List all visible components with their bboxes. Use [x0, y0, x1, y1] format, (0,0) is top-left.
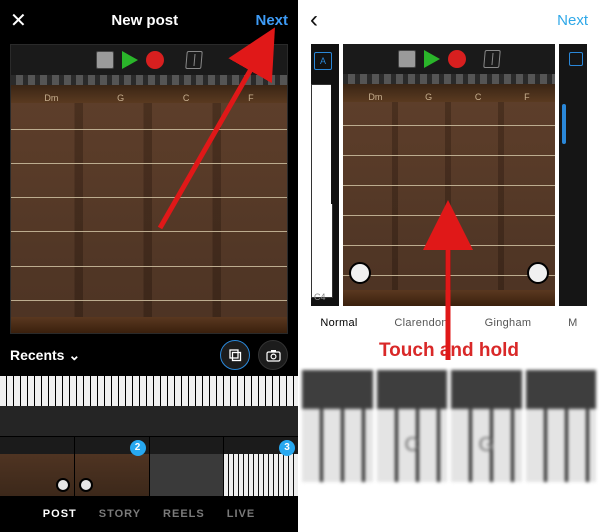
close-button[interactable]: ✕ — [10, 8, 34, 33]
mode-tab[interactable]: POST — [43, 508, 77, 520]
grid-item[interactable]: 2 — [75, 437, 149, 497]
stop-icon — [398, 50, 416, 68]
chord-label: Dm — [368, 92, 382, 102]
chord-row: Dm G C F — [11, 85, 287, 103]
album-label: Recents — [10, 347, 64, 363]
chord-label: C — [183, 93, 190, 103]
post-mode-tabs: POST STORY REELS LIVE — [0, 500, 298, 528]
chord-label: C — [475, 92, 482, 102]
filter-thumb[interactable]: C — [377, 370, 448, 482]
record-icon — [146, 51, 164, 69]
grid-item[interactable] — [0, 437, 74, 497]
piano-thumbnail — [0, 376, 298, 406]
play-icon — [424, 50, 440, 68]
chord-label: G — [117, 93, 124, 103]
filter-tab[interactable]: Normal — [320, 317, 357, 329]
media-preview[interactable]: Dm G C F — [10, 44, 288, 334]
mode-tab[interactable]: STORY — [99, 508, 141, 520]
next-button[interactable]: Next — [557, 12, 588, 29]
grid-item[interactable] — [0, 376, 298, 436]
track-indicator — [562, 104, 566, 144]
edit-stage: A C4 Dm G C F — [298, 40, 600, 310]
album-picker-row: Recents ⌄ — [0, 334, 298, 376]
knob-icon — [527, 262, 549, 284]
tuner-icon: A — [314, 52, 332, 70]
piano-key — [311, 84, 333, 298]
chord-label: F — [248, 93, 254, 103]
play-icon — [122, 51, 138, 69]
right-screenshot: ‹ Next A C4 Dm G — [298, 0, 600, 532]
mode-tab[interactable]: LIVE — [227, 508, 255, 520]
multi-select-button[interactable] — [220, 340, 250, 370]
filter-tab[interactable]: Clarendon — [394, 317, 447, 329]
filter-thumbnails: C G — [298, 366, 600, 486]
prev-media-sliver[interactable]: A C4 — [311, 44, 339, 306]
chord-row: Dm G C F — [343, 84, 555, 102]
left-screenshot: ✕ New post Next Dm G C F — [0, 0, 298, 532]
filter-thumb[interactable] — [302, 370, 373, 482]
edit-header: ‹ Next — [298, 0, 600, 40]
next-media-sliver[interactable] — [559, 44, 587, 306]
filter-thumb[interactable] — [526, 370, 597, 482]
grid-item[interactable] — [150, 437, 224, 497]
annotation-text: Touch and hold — [298, 336, 600, 366]
guitar-neck — [343, 102, 555, 290]
filter-tab[interactable]: Gingham — [485, 317, 532, 329]
back-button[interactable]: ‹ — [310, 6, 334, 34]
camera-button[interactable] — [258, 340, 288, 370]
selection-badge: 2 — [130, 440, 146, 456]
filter-thumb[interactable]: G — [451, 370, 522, 482]
grid-item[interactable]: 3 — [224, 437, 298, 497]
ruler — [343, 74, 555, 84]
knob-icon — [56, 478, 70, 492]
knob-icon — [349, 262, 371, 284]
page-title: New post — [34, 12, 255, 29]
chevron-down-icon: ⌄ — [68, 347, 80, 364]
selection-badge: 3 — [279, 440, 295, 456]
knob-icon — [79, 478, 93, 492]
album-picker[interactable]: Recents ⌄ — [10, 347, 80, 364]
metronome-icon — [483, 50, 501, 68]
ruler — [11, 75, 287, 85]
metronome-icon — [185, 51, 203, 69]
black-key — [331, 84, 339, 204]
filter-tab[interactable]: M — [568, 317, 577, 329]
guitar-neck — [11, 103, 287, 317]
guitar-app-preview: Dm G C F — [11, 45, 287, 333]
record-icon — [448, 50, 466, 68]
next-button[interactable]: Next — [255, 12, 288, 29]
chord-label: Dm — [44, 93, 58, 103]
new-post-header: ✕ New post Next — [0, 0, 298, 40]
tuner-icon — [569, 52, 583, 66]
filter-row: Normal Clarendon Gingham M — [298, 310, 600, 336]
media-grid: 2 3 — [0, 376, 298, 496]
chord-label: F — [524, 92, 530, 102]
current-media[interactable]: Dm G C F — [343, 44, 555, 306]
stop-icon — [96, 51, 114, 69]
guitar-app-preview: Dm G C F — [343, 44, 555, 306]
key-label: C4 — [314, 292, 326, 302]
mode-tab[interactable]: REELS — [163, 508, 205, 520]
chord-label: G — [425, 92, 432, 102]
